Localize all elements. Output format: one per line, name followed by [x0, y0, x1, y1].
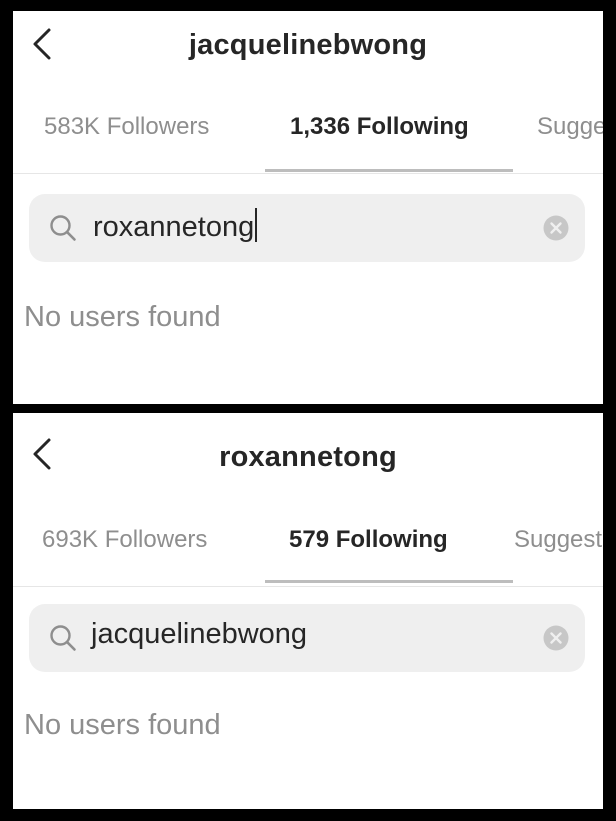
search-bar[interactable]: jacquelinebwong [29, 604, 585, 672]
search-bar[interactable]: roxannetong [29, 194, 585, 262]
follow-tabs: 583K Followers 1,336 Following Suggested [13, 113, 603, 174]
clear-search-icon[interactable] [543, 215, 569, 241]
search-input[interactable]: jacquelinebwong [91, 618, 511, 658]
search-icon [50, 625, 76, 651]
profile-username-title: jacquelinebwong [188, 29, 428, 61]
follow-tabs: 693K Followers 579 Following Suggested [13, 526, 603, 587]
search-icon [50, 215, 76, 241]
no-results-message: No users found [24, 301, 221, 333]
tab-following[interactable]: 1,336 Following [290, 113, 469, 141]
tab-following[interactable]: 579 Following [289, 526, 448, 554]
tab-followers[interactable]: 693K Followers [42, 526, 207, 554]
active-tab-indicator [265, 169, 513, 172]
clear-search-icon[interactable] [543, 625, 569, 651]
text-cursor [255, 208, 258, 242]
tab-suggested[interactable]: Suggested [514, 526, 603, 554]
active-tab-indicator [265, 580, 513, 583]
no-results-message: No users found [24, 709, 221, 741]
tab-followers[interactable]: 583K Followers [44, 113, 209, 141]
tab-suggested[interactable]: Suggested [537, 113, 603, 141]
profile-username-title: roxannetong [219, 441, 397, 473]
search-input[interactable]: roxannetong [93, 208, 513, 248]
screen-jacquelinebwong: jacquelinebwong 583K Followers 1,336 Fol… [13, 11, 603, 404]
screen-roxannetong: roxannetong 693K Followers 579 Following… [13, 413, 603, 809]
